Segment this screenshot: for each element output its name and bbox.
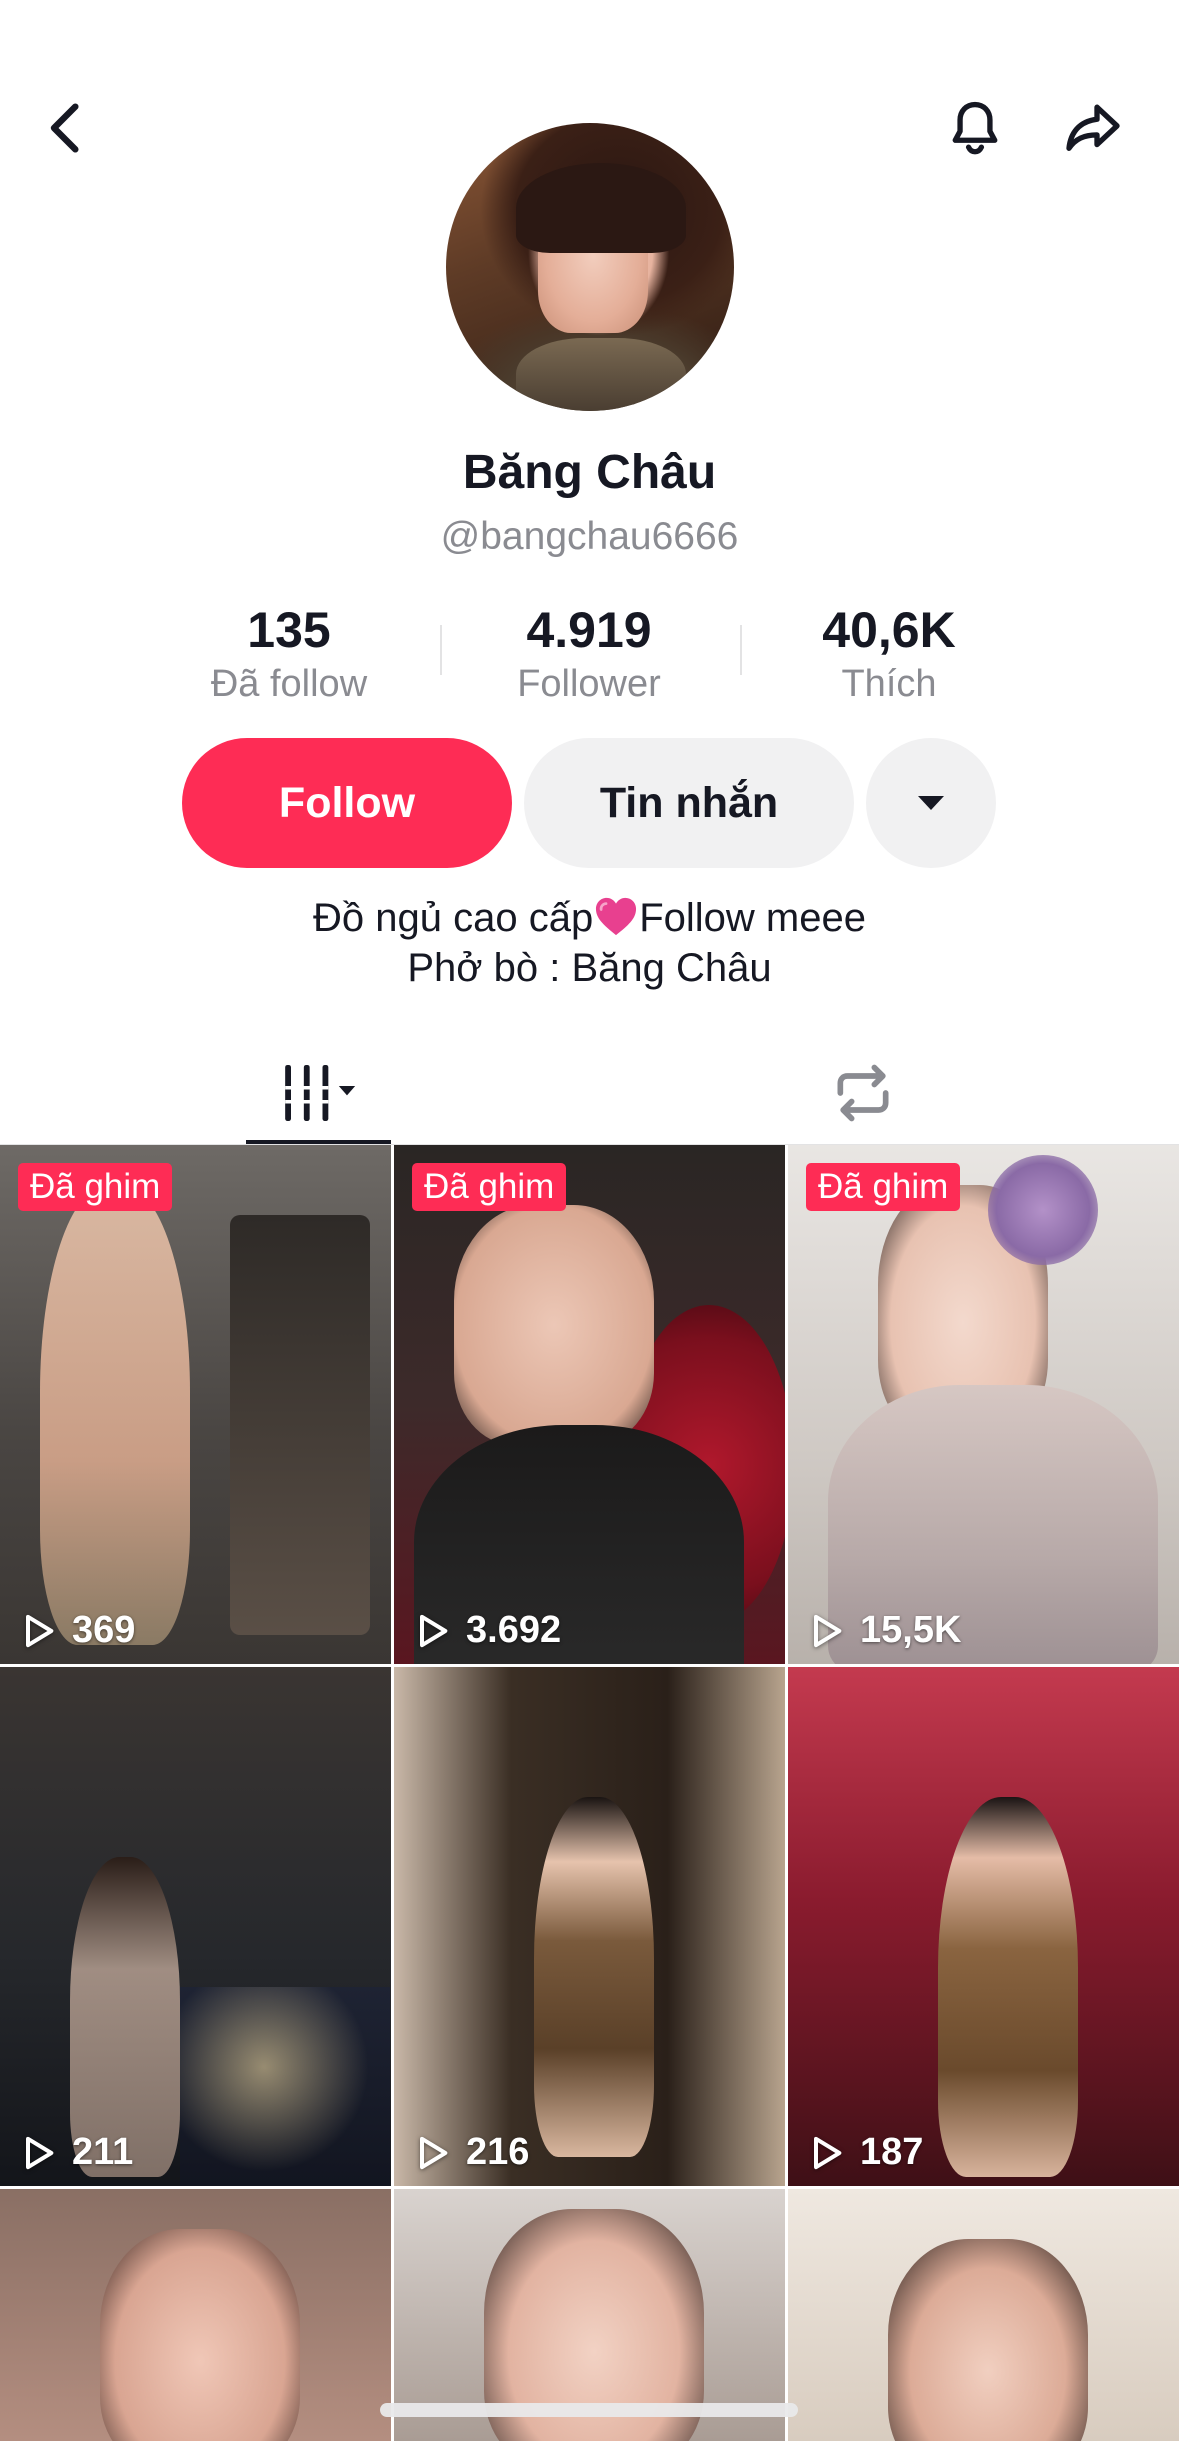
home-indicator [380,2403,798,2417]
video-thumbnail[interactable]: 216 [394,1667,785,2186]
profile-name: Băng Châu [462,446,717,499]
play-outline-icon [26,1614,54,1647]
view-count-value: 187 [860,2131,924,2173]
view-count-value: 15,5K [860,1609,962,1651]
stat-following[interactable]: 135 Đã follow [139,600,439,708]
video-thumbnail[interactable] [788,2189,1179,2441]
stat-following-value: 135 [247,602,331,658]
notification-button[interactable] [935,88,1015,168]
back-button[interactable] [26,88,106,168]
view-count: 3.692 [412,1609,561,1652]
bio-line-2: Phở bò : Băng Châu [407,946,772,990]
play-outline-icon [420,1614,448,1647]
bell-icon [952,101,998,155]
share-arrow-icon [1066,104,1120,151]
chevron-left-icon [50,103,79,153]
view-count: 216 [412,2131,529,2174]
stat-likes[interactable]: 40,6K Thích [739,600,1039,708]
video-thumbnail[interactable]: 211 [0,1667,391,2186]
avatar[interactable] [446,123,734,411]
pink-heart-icon [593,895,639,937]
bio-text: Follow meee [639,896,866,940]
video-thumbnail[interactable]: Đã ghim 3.692 [394,1145,785,1664]
view-count-value: 369 [72,1609,136,1651]
bio-text: Đồ ngủ cao cấp [313,896,594,940]
repost-icon [837,1064,888,1121]
play-outline-icon [814,1614,842,1647]
video-thumbnail[interactable]: 187 [788,1667,1179,2186]
view-count-value: 211 [72,2131,134,2173]
view-count: 15,5K [806,1609,961,1652]
message-button[interactable]: Tin nhắn [524,738,854,868]
view-count: 187 [806,2131,923,2174]
pinned-badge: Đã ghim [412,1163,567,1211]
bio-line-1: Đồ ngủ cao cấp Follow meee [0,895,1179,941]
stat-followers-value: 4.919 [526,602,652,658]
follow-button[interactable]: Follow [182,738,512,868]
view-count: 369 [18,1609,135,1652]
pinned-badge: Đã ghim [18,1163,173,1211]
view-count: 211 [18,2131,133,2174]
profile-handle: @bangchau6666 [440,515,739,558]
tab-videos[interactable] [246,1040,391,1145]
video-thumbnail[interactable] [0,2189,391,2441]
suggested-accounts-button[interactable] [866,738,996,868]
pinned-badge: Đã ghim [806,1163,961,1211]
tab-reposts[interactable] [790,1040,935,1145]
view-count-value: 216 [466,2131,530,2173]
stat-likes-label: Thích [841,663,937,705]
play-outline-icon [814,2136,842,2169]
stat-following-label: Đã follow [210,663,368,705]
video-thumbnail[interactable]: Đã ghim 15,5K [788,1145,1179,1664]
video-thumbnail[interactable]: Đã ghim 369 [0,1145,391,1664]
share-button[interactable] [1053,88,1133,168]
stat-likes-value: 40,6K [822,602,956,658]
grid-bars-icon [284,1064,355,1121]
play-outline-icon [26,2136,54,2169]
caret-down-icon [918,796,944,810]
stat-followers[interactable]: 4.919 Follower [439,600,739,708]
view-count-value: 3.692 [466,1609,562,1651]
play-outline-icon [420,2136,448,2169]
stat-followers-label: Follower [517,663,661,705]
